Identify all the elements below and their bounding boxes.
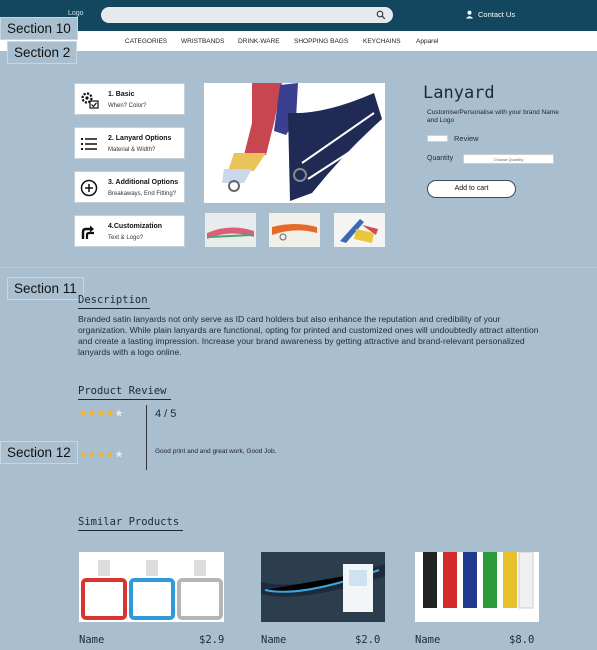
colored-lanyards-image	[415, 552, 539, 622]
logo[interactable]: Logo	[68, 10, 84, 17]
star-icon	[106, 450, 114, 458]
section-divider	[0, 267, 597, 268]
nav-shopping-bags[interactable]: SHOPPING BAGS	[294, 38, 348, 45]
review-stars-placeholder	[427, 135, 448, 142]
similar-product-price: $2.0	[355, 634, 381, 646]
gear-card-icon	[81, 92, 99, 109]
similar-product-price: $8.0	[509, 634, 535, 646]
option-lanyard[interactable]: 2. Lanyard Options Material & Width?	[74, 127, 185, 159]
star-icon	[97, 409, 105, 417]
similar-product-card[interactable]	[261, 552, 385, 622]
add-to-cart-button[interactable]: Add to cart	[427, 180, 516, 198]
option-additional[interactable]: 3. Additional Options Breakaways, End Fi…	[74, 171, 185, 203]
similar-product-name: Name	[415, 634, 441, 646]
top-header-bar: Logo Contact Us	[0, 0, 597, 31]
star-icon	[115, 450, 123, 458]
review-divider	[146, 405, 147, 470]
thumbnail-1[interactable]	[205, 213, 256, 247]
thumbnail-image	[334, 213, 385, 247]
similar-product-card[interactable]	[415, 552, 539, 622]
option-title: 2. Lanyard Options	[108, 135, 172, 142]
contact-us-link[interactable]: Contact Us	[465, 10, 515, 19]
review-label: Review	[454, 134, 479, 143]
option-title: 4.Customization	[108, 223, 163, 230]
similar-heading: Similar Products	[78, 516, 180, 528]
thumbnail-image	[205, 213, 256, 247]
quantity-label: Quantity	[427, 155, 454, 162]
description-heading: Description	[78, 294, 148, 306]
plus-circle-icon	[80, 179, 98, 197]
product-subtitle: Customise/Personalise with your brand Na…	[427, 109, 559, 124]
similar-product-name: Name	[79, 634, 105, 646]
review-summary[interactable]: Review	[427, 134, 479, 143]
category-nav: CATEGORIES WRISTBANDS DRINK-WARE SHOPPIN…	[0, 31, 597, 51]
thumbnail-3[interactable]	[334, 213, 385, 247]
thumbnail-image	[269, 213, 320, 247]
similar-product-card[interactable]	[79, 552, 224, 622]
quantity-select[interactable]: Choose Quantity	[463, 154, 554, 164]
option-customization[interactable]: 4.Customization Text & Logo?	[74, 215, 185, 247]
lanyard-photo	[204, 83, 385, 203]
section-12-label: Section 12	[0, 441, 78, 464]
star-icon	[97, 450, 105, 458]
star-icon	[88, 450, 96, 458]
contact-us-label: Contact Us	[478, 10, 516, 19]
user-icon	[465, 10, 474, 19]
nav-drink-ware[interactable]: DRINK-WARE	[238, 38, 280, 45]
comment-stars	[79, 450, 123, 458]
option-subtitle: Breakaways, End Fitting?	[108, 191, 177, 197]
nav-categories[interactable]: CATEGORIES	[125, 38, 167, 45]
section-2-label: Section 2	[7, 41, 78, 64]
thumbnail-2[interactable]	[269, 213, 320, 247]
nav-apparel[interactable]: Apparel	[416, 38, 438, 45]
star-icon	[115, 409, 123, 417]
rating-stars	[79, 409, 123, 417]
rating-text: 4 / 5	[155, 408, 177, 420]
option-basic[interactable]: 1. Basic When? Color?	[74, 83, 185, 115]
star-icon	[88, 409, 96, 417]
review-comment: Good print and and great work, Good Job.	[155, 448, 277, 455]
section-11-label: Section 11	[7, 277, 84, 300]
option-subtitle: Text & Logo?	[108, 235, 144, 241]
description-text: Branded satin lanyards not only serve as…	[78, 314, 539, 357]
option-subtitle: When? Color?	[108, 103, 147, 109]
star-icon	[79, 450, 87, 458]
product-main-image[interactable]	[204, 83, 385, 203]
heading-underline	[78, 308, 150, 309]
search-input[interactable]	[101, 7, 393, 23]
heading-underline	[78, 530, 183, 531]
option-title: 1. Basic	[108, 91, 135, 98]
heading-underline	[78, 399, 171, 400]
product-title: Lanyard	[423, 83, 495, 103]
lanyard-badge-image	[261, 552, 385, 622]
similar-product-name: Name	[261, 634, 287, 646]
review-heading: Product Review	[78, 385, 167, 397]
star-icon	[79, 409, 87, 417]
section-10-label: Section 10	[0, 17, 78, 40]
star-icon	[106, 409, 114, 417]
route-icon	[81, 225, 94, 239]
option-title: 3. Additional Options	[108, 179, 179, 186]
card-holder-image	[79, 552, 224, 622]
similar-product-price: $2.9	[199, 634, 225, 646]
nav-wristbands[interactable]: WRISTBANDS	[181, 38, 224, 45]
list-icon	[81, 138, 97, 150]
nav-keychains[interactable]: KEYCHAINS	[363, 38, 401, 45]
search-icon[interactable]	[376, 10, 386, 20]
option-subtitle: Material & Width?	[108, 147, 156, 153]
